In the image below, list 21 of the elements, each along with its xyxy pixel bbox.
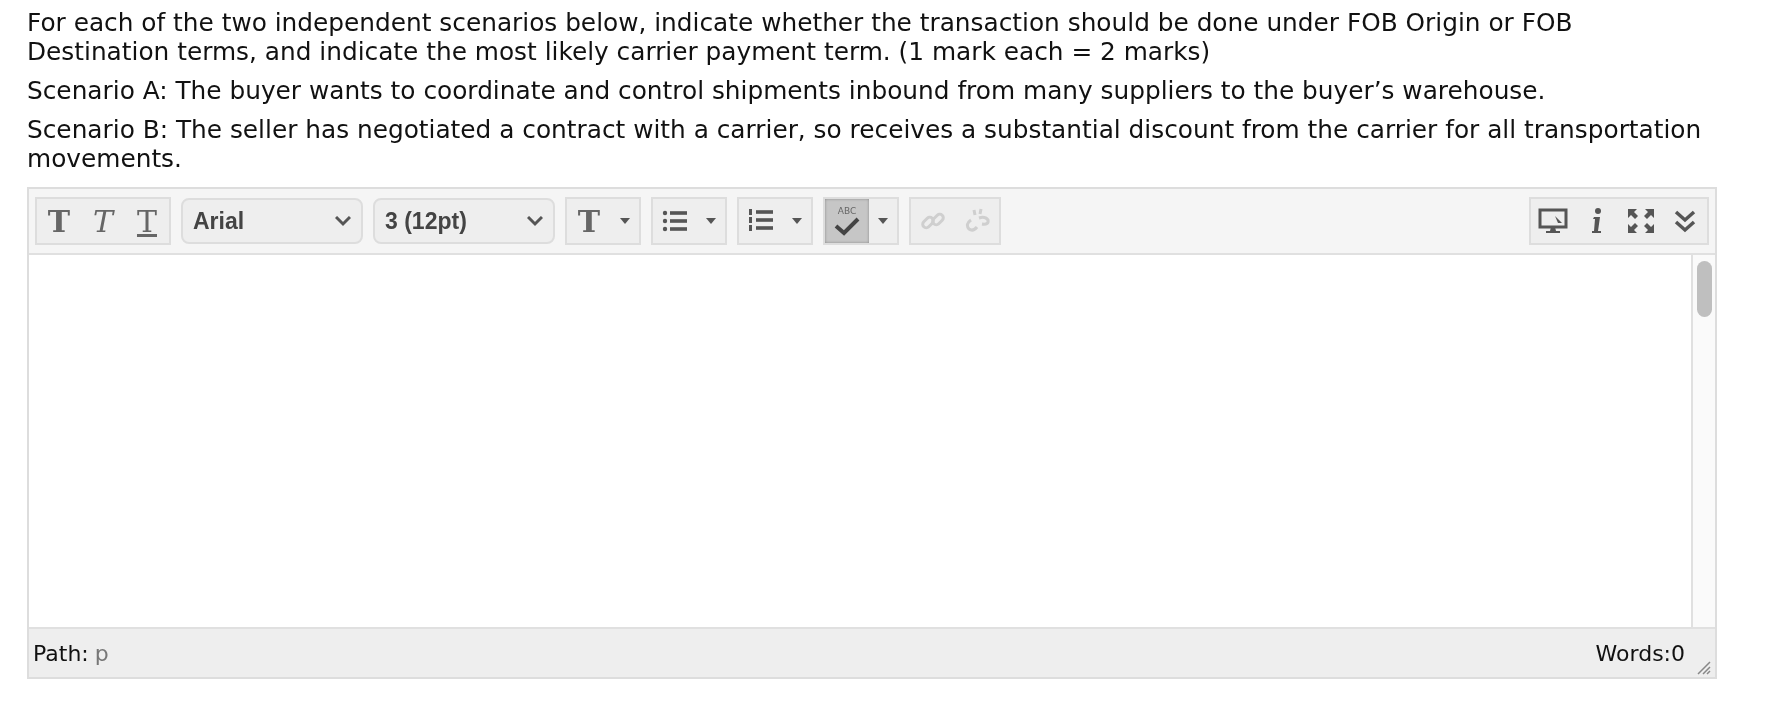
question-prompt: For each of the two independent scenarios below, indicate whether the transaction should be done under FOB Origin or FOB Destination terms, and indicate the most likely carrier payment term. (1 mark each = 2 marks) xyxy=(27,8,1574,66)
double-chevron-icon xyxy=(1673,209,1697,233)
chevron-down-icon xyxy=(527,215,543,227)
numbered-list-icon xyxy=(748,208,774,234)
unlink-icon xyxy=(963,208,991,234)
path-label: Path: xyxy=(33,640,89,666)
monitor-icon xyxy=(1538,208,1568,234)
chevron-down-icon xyxy=(335,215,351,227)
scenario-text: Scenario B: The seller has negotiated a contract with a carrier, so receives a substantial discount from the carrier for all transportation movements. xyxy=(27,115,1703,173)
info-icon xyxy=(1590,207,1604,235)
checkmark-icon xyxy=(834,215,860,236)
path-value: p xyxy=(94,640,109,666)
font-size-select[interactable]: 3 (12pt) xyxy=(373,198,555,244)
resize-handle-icon[interactable] xyxy=(1695,659,1711,675)
word-count: Words:0 xyxy=(1595,640,1685,666)
spellcheck-button[interactable]: ABC xyxy=(825,199,869,243)
scrollbar[interactable] xyxy=(1691,255,1715,627)
font-select[interactable]: Arial xyxy=(181,198,363,244)
fullscreen-icon xyxy=(1627,208,1655,234)
bullet-list-icon xyxy=(662,209,688,233)
scenario-text: Scenario A: The buyer wants to coordinate and control shipments inbound from many suppliers to the buyer’s warehouse. xyxy=(27,76,1547,105)
